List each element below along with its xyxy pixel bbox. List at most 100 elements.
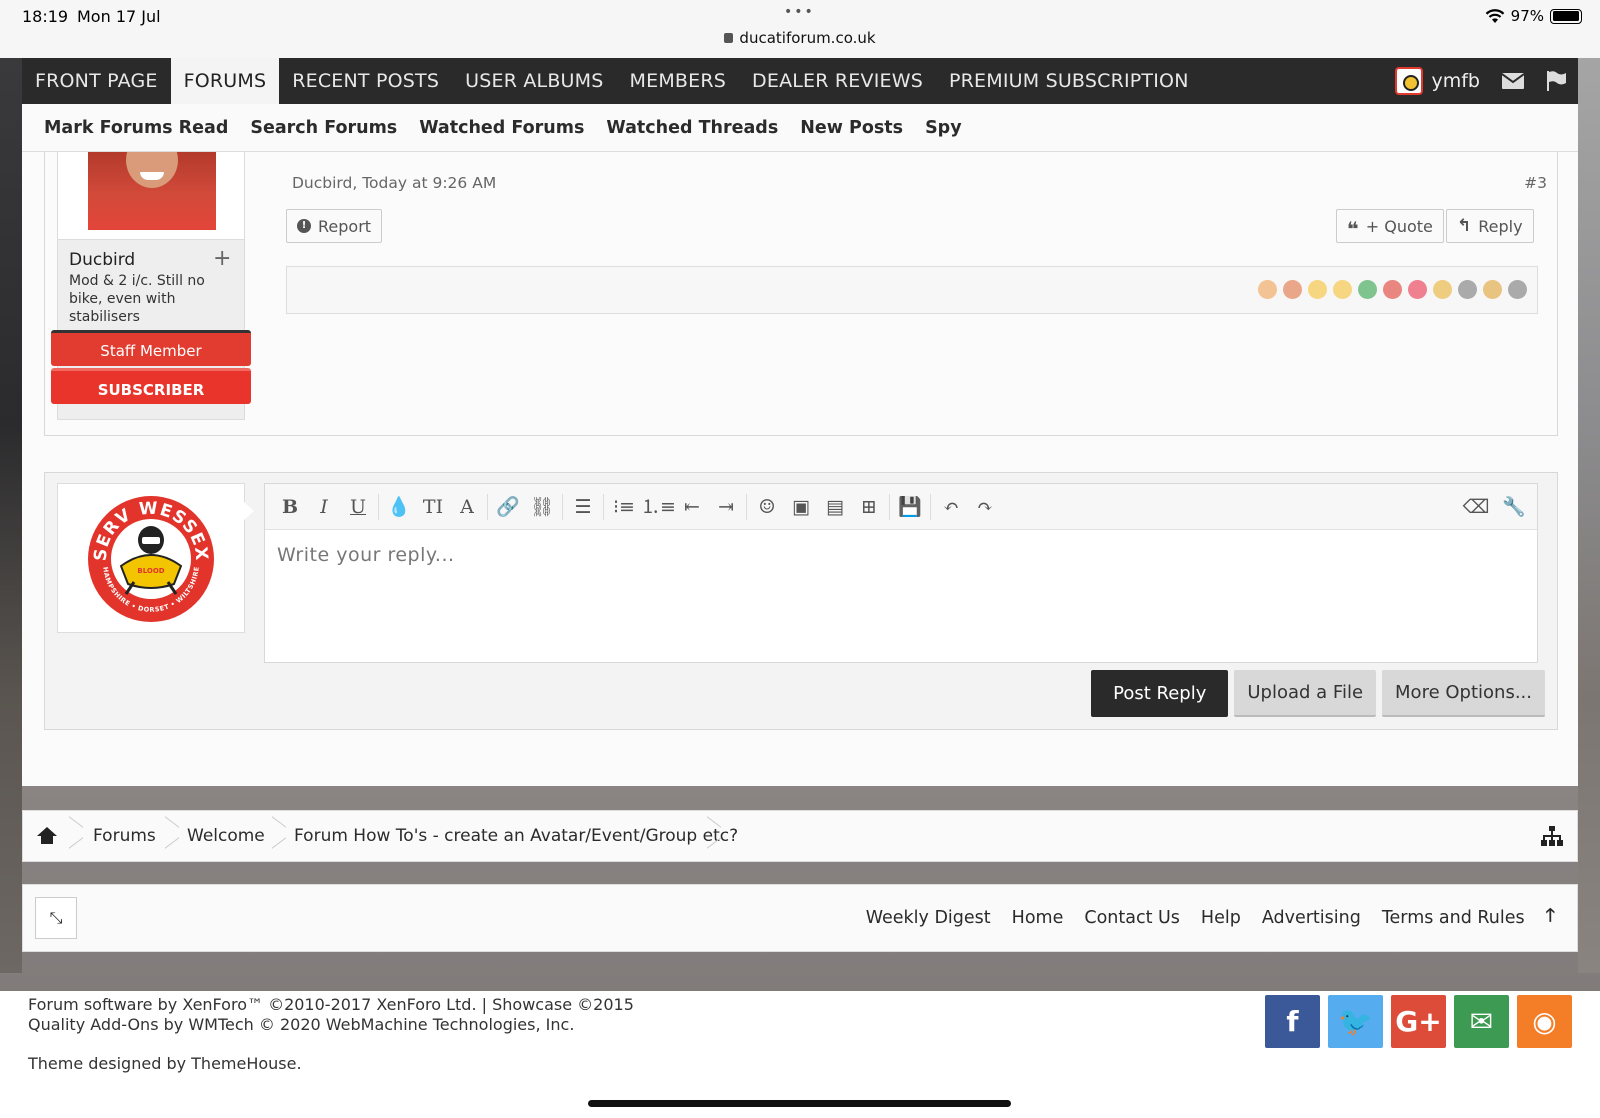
underline-icon[interactable]: U — [341, 492, 375, 522]
font-family-icon[interactable]: A — [450, 492, 484, 522]
tab-premium-subscription[interactable]: PREMIUM SUBSCRIPTION — [936, 58, 1202, 104]
report-icon: ! — [297, 219, 311, 233]
reply-editor: B I U 💧 TI A 🔗 ⛓ ☰ ⁝≡ ⒈≡ ⇤ ⇥ ☺ ▣ ▤ ⊞ 💾 ↶… — [264, 483, 1538, 663]
lock-icon — [724, 33, 734, 43]
quote-icon: ❝ — [1347, 216, 1359, 241]
smilies-icon[interactable]: ☺ — [750, 492, 784, 522]
tab-recent-posts[interactable]: RECENT POSTS — [279, 58, 452, 104]
inbox-icon[interactable] — [1502, 73, 1524, 89]
reaction-icon[interactable] — [1358, 280, 1377, 299]
italic-icon[interactable]: I — [307, 492, 341, 522]
text-color-icon[interactable]: 💧 — [382, 492, 416, 522]
media-icon[interactable]: ▤ — [818, 492, 852, 522]
quote-label: + Quote — [1365, 216, 1433, 236]
reply-textarea[interactable]: Write your reply... — [265, 530, 1537, 580]
username: ymfb — [1431, 70, 1480, 92]
crumb-forums[interactable]: Forums — [93, 811, 156, 861]
footer-link-help[interactable]: Help — [1201, 908, 1241, 928]
footer-link-contact-us[interactable]: Contact Us — [1084, 908, 1180, 928]
tab-user-albums[interactable]: USER ALBUMS — [452, 58, 616, 104]
watched-threads-link[interactable]: Watched Threads — [606, 118, 778, 138]
collapse-icon[interactable]: ⤡ — [35, 897, 77, 939]
outdent-icon[interactable]: ⇤ — [675, 492, 709, 522]
reaction-icon[interactable] — [1433, 280, 1452, 299]
redo-icon[interactable]: ↷ — [968, 492, 1002, 522]
crumb-separator — [272, 811, 286, 861]
facebook-icon[interactable]: f — [1265, 995, 1320, 1048]
wrench-icon[interactable]: 🔧 — [1497, 492, 1531, 522]
status-date: Mon 17 Jul — [77, 7, 161, 26]
toolbar-divider — [746, 493, 747, 520]
footer-link-terms-and-rules[interactable]: Terms and Rules — [1382, 908, 1525, 928]
quote-button[interactable]: ❝ + Quote — [1336, 209, 1444, 243]
tab-dealer-reviews[interactable]: DEALER REVIEWS — [739, 58, 936, 104]
image-icon[interactable]: ▣ — [784, 492, 818, 522]
reaction-icon[interactable] — [1308, 280, 1327, 299]
more-dots-icon[interactable]: ••• — [784, 4, 815, 20]
unlink-icon[interactable]: ⛓ — [525, 492, 559, 522]
reaction-icon[interactable] — [1483, 280, 1502, 299]
reply-button[interactable]: ↰ Reply — [1446, 209, 1534, 243]
tab-front-page[interactable]: FRONT PAGE — [22, 58, 171, 104]
alerts-flag-icon[interactable] — [1546, 71, 1566, 91]
email-icon[interactable]: ✉ — [1454, 995, 1509, 1048]
mark-forums-read-link[interactable]: Mark Forums Read — [44, 118, 228, 138]
theme-credit[interactable]: Theme designed by ThemeHouse. — [28, 1054, 302, 1073]
expand-plus-icon[interactable]: + — [213, 246, 231, 271]
post-reply-button[interactable]: Post Reply — [1091, 670, 1229, 717]
reaction-icon[interactable] — [1283, 280, 1302, 299]
bold-icon[interactable]: B — [273, 492, 307, 522]
reaction-icon[interactable] — [1458, 280, 1477, 299]
remove-formatting-icon[interactable]: ⌫ — [1459, 492, 1493, 522]
twitter-icon[interactable]: 🐦 — [1328, 995, 1383, 1048]
undo-icon[interactable]: ↶ — [934, 492, 968, 522]
tab-members[interactable]: MEMBERS — [617, 58, 740, 104]
footer-link-advertising[interactable]: Advertising — [1262, 908, 1361, 928]
reaction-icon[interactable] — [1408, 280, 1427, 299]
battery-icon — [1550, 8, 1582, 24]
copyright-wmtech[interactable]: Quality Add-Ons by WMTech © 2020 WebMach… — [28, 1015, 574, 1034]
copyright-xenforo[interactable]: Forum software by XenForo™ ©2010-2017 Xe… — [28, 995, 634, 1014]
crumb-welcome[interactable]: Welcome — [187, 811, 265, 861]
crumb-forum-how-tos[interactable]: Forum How To's - create an Avatar/Event/… — [294, 811, 738, 861]
sitemap-icon[interactable] — [1541, 826, 1563, 846]
link-icon[interactable]: 🔗 — [491, 492, 525, 522]
poster-name[interactable]: Ducbird — [69, 250, 135, 270]
save-draft-icon[interactable]: 💾 — [893, 492, 927, 522]
toolbar-divider — [603, 493, 604, 520]
address-bar[interactable]: ducatiforum.co.uk — [0, 29, 1600, 47]
scroll-top-icon[interactable]: 🡑 — [1546, 903, 1555, 933]
font-size-icon[interactable]: TI — [416, 492, 450, 522]
report-button[interactable]: ! Report — [286, 209, 383, 243]
reaction-icons — [1258, 280, 1527, 299]
avatar — [1395, 67, 1424, 95]
reaction-icon[interactable] — [1383, 280, 1402, 299]
numbered-list-icon[interactable]: ⒈≡ — [641, 492, 676, 522]
watched-forums-link[interactable]: Watched Forums — [419, 118, 584, 138]
spy-link[interactable]: Spy — [925, 118, 962, 138]
indent-icon[interactable]: ⇥ — [709, 492, 743, 522]
reaction-icon[interactable] — [1258, 280, 1277, 299]
footer-link-weekly-digest[interactable]: Weekly Digest — [866, 908, 991, 928]
tab-forums[interactable]: FORUMS — [170, 58, 280, 104]
wifi-icon — [1485, 8, 1504, 23]
poster-avatar[interactable] — [88, 152, 216, 230]
insert-icon[interactable]: ⊞ — [852, 492, 886, 522]
rss-icon[interactable]: ◉ — [1517, 995, 1572, 1048]
search-forums-link[interactable]: Search Forums — [250, 118, 397, 138]
post-meta[interactable]: Ducbird, Today at 9:26 AM — [292, 174, 496, 192]
account-menu[interactable]: ymfb — [1395, 67, 1480, 95]
background-left — [0, 58, 22, 973]
bullet-list-icon[interactable]: ⁝≡ — [607, 492, 641, 522]
reaction-icon[interactable] — [1508, 280, 1527, 299]
post-number[interactable]: #3 — [1524, 174, 1547, 192]
upload-file-button[interactable]: Upload a File — [1234, 670, 1377, 717]
staff-member-badge: Staff Member — [51, 330, 251, 366]
footer-link-home[interactable]: Home — [1012, 908, 1064, 928]
new-posts-link[interactable]: New Posts — [800, 118, 903, 138]
google-plus-icon[interactable]: G+ — [1391, 995, 1446, 1048]
home-crumb[interactable] — [37, 811, 57, 861]
align-left-icon[interactable]: ☰ — [566, 492, 600, 522]
more-options-button[interactable]: More Options... — [1382, 670, 1545, 717]
reaction-icon[interactable] — [1333, 280, 1352, 299]
